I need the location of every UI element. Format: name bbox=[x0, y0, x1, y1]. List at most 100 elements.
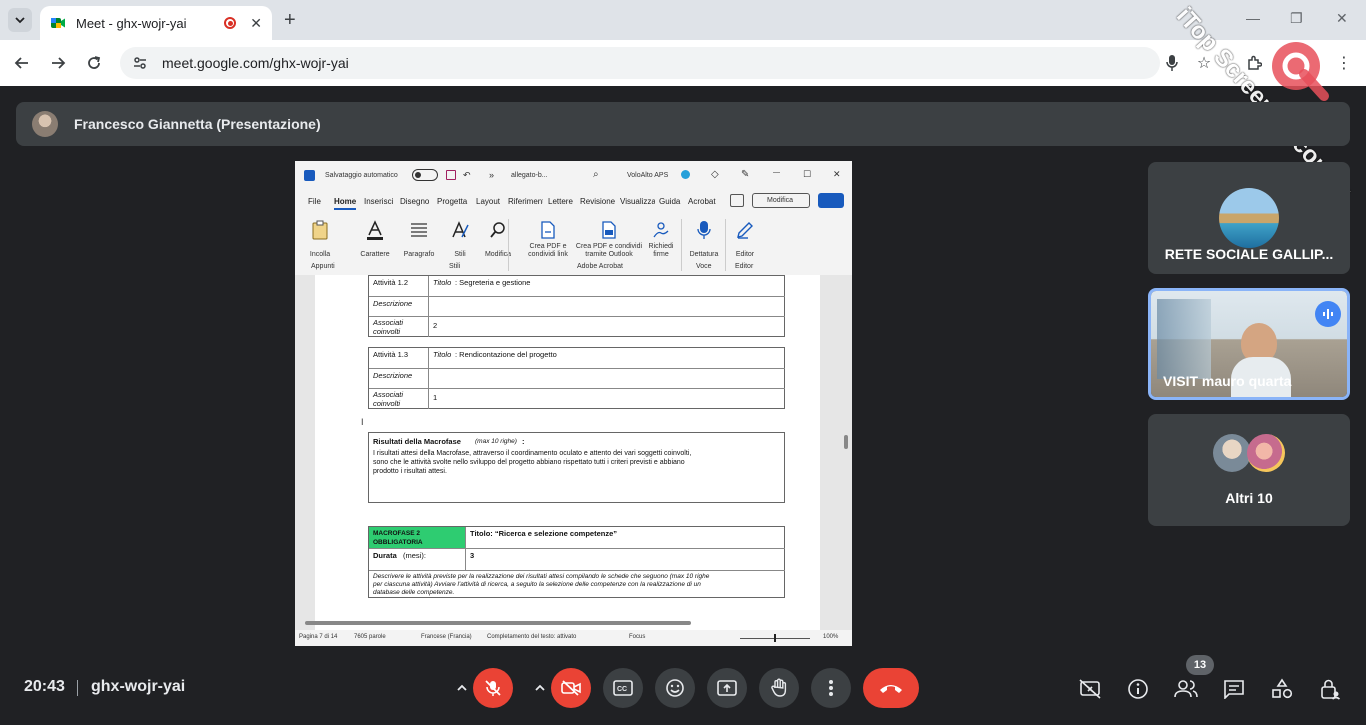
close-tab-icon[interactable]: ✕ bbox=[250, 15, 262, 32]
omnibox[interactable]: meet.google.com/ghx-wojr-yai bbox=[120, 47, 1160, 79]
styles-group-label: Stili bbox=[449, 263, 461, 270]
tab-search-button[interactable] bbox=[8, 8, 32, 32]
duration-label: Durata bbox=[373, 551, 397, 560]
account-name[interactable]: VoloAlto APS bbox=[627, 172, 668, 179]
associates-label: Associati bbox=[373, 318, 404, 327]
menu-design[interactable]: Progetta bbox=[437, 197, 467, 206]
participants-count-badge: 13 bbox=[1186, 655, 1214, 675]
create-pdf-share-button[interactable]: Crea PDF e condividi link bbox=[523, 219, 573, 259]
paragraph-button[interactable]: Paragrafo bbox=[399, 219, 439, 261]
results-text: prodotto i risultati attesi. bbox=[373, 468, 447, 475]
horizontal-scrollbar-thumb[interactable] bbox=[305, 621, 691, 625]
text-predictions[interactable]: Completamento del testo: attivato bbox=[487, 634, 576, 640]
menu-mailings[interactable]: Lettere bbox=[548, 197, 573, 206]
activity-1-2-title-key: Titolo bbox=[433, 278, 452, 287]
minimize-word-icon[interactable]: — bbox=[773, 169, 780, 176]
leave-call-button[interactable] bbox=[863, 668, 919, 708]
share-button[interactable] bbox=[818, 193, 844, 208]
menu-layout[interactable]: Layout bbox=[476, 197, 500, 206]
microphone-toggle-button[interactable] bbox=[473, 668, 513, 708]
microphone-icon[interactable] bbox=[1162, 53, 1182, 73]
autosave-toggle[interactable] bbox=[412, 169, 438, 181]
video-options-button[interactable] bbox=[532, 680, 548, 696]
menu-insert[interactable]: Inserisci bbox=[364, 197, 393, 206]
restore-icon[interactable]: ❐ bbox=[1290, 10, 1303, 27]
editor-icon bbox=[737, 222, 753, 239]
chat-button[interactable] bbox=[1222, 677, 1246, 701]
editing-button[interactable]: Modifica bbox=[481, 219, 515, 261]
camera-toggle-button[interactable] bbox=[551, 668, 591, 708]
reload-button[interactable] bbox=[83, 52, 105, 74]
more-vert-icon bbox=[829, 680, 833, 696]
description-label: Descrizione bbox=[373, 371, 413, 380]
host-safety-button[interactable] bbox=[1318, 677, 1342, 701]
menu-acrobat[interactable]: Acrobat bbox=[688, 197, 716, 206]
file-name[interactable]: allegato-b... bbox=[511, 172, 548, 179]
zoom-level[interactable]: 100% bbox=[823, 634, 838, 640]
menu-review[interactable]: Revisione bbox=[580, 197, 616, 206]
chevron-up-icon bbox=[535, 684, 545, 691]
macrofase-label: OBBLIGATORIA bbox=[373, 539, 423, 546]
back-button[interactable] bbox=[11, 52, 33, 74]
editing-mode-button[interactable]: Modifica bbox=[752, 193, 810, 208]
more-options-button[interactable] bbox=[811, 668, 851, 708]
meeting-details-button[interactable] bbox=[1126, 677, 1150, 701]
menu-file[interactable]: File bbox=[308, 197, 321, 206]
pen-icon[interactable]: ✎ bbox=[741, 169, 749, 180]
close-word-icon[interactable]: ✕ bbox=[833, 169, 841, 180]
new-tab-button[interactable]: + bbox=[284, 9, 296, 32]
hand-icon bbox=[771, 678, 787, 697]
site-settings-icon[interactable] bbox=[132, 55, 148, 71]
paste-button[interactable]: Incolla bbox=[305, 219, 335, 261]
document-page[interactable]: Attività 1.2 Titolo : Segreteria e gesti… bbox=[315, 275, 820, 630]
font-button[interactable]: Carattere bbox=[357, 219, 393, 261]
menu-draw[interactable]: Disegno bbox=[400, 197, 429, 206]
present-screen-button[interactable] bbox=[707, 668, 747, 708]
people-icon bbox=[1174, 680, 1198, 698]
shared-screen: Salvataggio automatico ↶ » allegato-b...… bbox=[295, 161, 852, 646]
word-title-bar: Salvataggio automatico ↶ » allegato-b...… bbox=[295, 161, 852, 189]
word-status-bar: Pagina 7 di 14 7605 parole Francese (Fra… bbox=[295, 630, 852, 646]
forward-button[interactable] bbox=[47, 52, 69, 74]
menu-view[interactable]: Visualizza bbox=[620, 197, 655, 206]
audio-options-button[interactable] bbox=[454, 680, 470, 696]
browser-tab[interactable]: Meet - ghx-wojr-yai ✕ bbox=[40, 6, 272, 40]
participant-tile-others[interactable]: Altri 10 bbox=[1148, 414, 1350, 526]
create-pdf-outlook-button[interactable]: Crea PDF e condividi tramite Outlook bbox=[575, 219, 643, 259]
find-icon bbox=[490, 222, 505, 238]
captions-button[interactable]: CC bbox=[603, 668, 643, 708]
focus-mode[interactable]: Focus bbox=[629, 634, 645, 640]
people-button[interactable] bbox=[1174, 677, 1198, 701]
activity-1-2-label: Attività 1.2 bbox=[373, 278, 409, 287]
host-controls-button[interactable] bbox=[1078, 677, 1102, 701]
menu-home[interactable]: Home bbox=[334, 197, 357, 210]
activities-button[interactable] bbox=[1270, 677, 1294, 701]
create-pdf-share-label: Crea PDF e condividi link bbox=[528, 243, 568, 258]
maximize-word-icon[interactable]: ☐ bbox=[803, 169, 811, 180]
menu-references[interactable]: Riferimenti bbox=[508, 197, 543, 206]
raise-hand-button[interactable] bbox=[759, 668, 799, 708]
request-signatures-button[interactable]: Richiedi firme bbox=[645, 219, 677, 259]
more-commands-icon[interactable]: » bbox=[489, 170, 494, 180]
diamond-icon[interactable]: ◇ bbox=[711, 169, 719, 180]
activity-1-3-table: Attività 1.3 Titolo : Rendicontazione de… bbox=[368, 347, 785, 409]
comments-button[interactable] bbox=[730, 194, 744, 207]
account-avatar[interactable] bbox=[681, 170, 690, 179]
zoom-slider-thumb[interactable] bbox=[774, 634, 776, 642]
dictate-button[interactable]: Dettatura bbox=[685, 219, 723, 261]
captions-icon: CC bbox=[613, 680, 633, 696]
language[interactable]: Francese (Francia) bbox=[421, 634, 472, 640]
close-window-icon[interactable]: ✕ bbox=[1336, 10, 1348, 27]
styles-button[interactable]: Stili bbox=[445, 219, 475, 261]
minimize-icon[interactable]: — bbox=[1246, 10, 1260, 26]
vertical-scrollbar-thumb[interactable] bbox=[844, 435, 848, 449]
undo-icon[interactable]: ↶ bbox=[463, 170, 471, 181]
participant-tile-rete-sociale[interactable]: RETE SOCIALE GALLIP... bbox=[1148, 162, 1350, 274]
menu-help[interactable]: Guida bbox=[659, 197, 680, 206]
editor-button[interactable]: Editor bbox=[729, 219, 761, 261]
participant-tile-active-speaker[interactable]: VISIT mauro quarta bbox=[1148, 288, 1350, 400]
ribbon-divider bbox=[508, 219, 509, 271]
reactions-button[interactable] bbox=[655, 668, 695, 708]
save-icon[interactable] bbox=[446, 170, 456, 180]
search-icon[interactable]: ⌕ bbox=[593, 169, 599, 180]
